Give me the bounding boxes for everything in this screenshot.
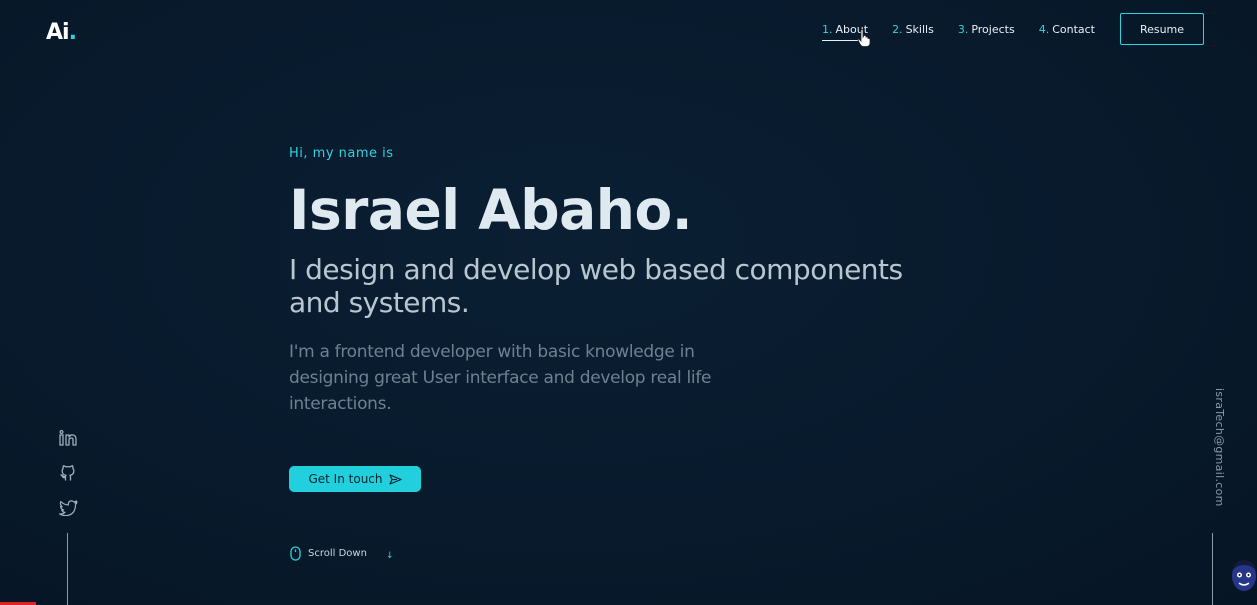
linkedin-link[interactable] <box>58 428 78 448</box>
nav-number: 4. <box>1038 23 1050 36</box>
mouse-icon <box>290 545 301 561</box>
avatar <box>1232 559 1256 591</box>
nav-projects[interactable]: 3. Projects <box>958 23 1015 36</box>
social-divider-line <box>67 533 68 605</box>
scroll-down-label: Scroll Down <box>308 547 367 559</box>
hero-tagline: I design and develop web based component… <box>289 253 903 319</box>
email-divider-line <box>1212 533 1213 605</box>
github-icon <box>60 465 75 481</box>
nav-label: Projects <box>971 23 1015 36</box>
arrow-down-icon: ↓ <box>385 551 394 561</box>
nav-skills[interactable]: 2. Skills <box>892 23 934 36</box>
hand-cursor-icon <box>857 29 871 47</box>
get-in-touch-button[interactable]: Get In touch <box>289 466 421 492</box>
twitter-icon <box>58 500 78 516</box>
email-link[interactable]: israTech@gmail.com <box>1213 388 1226 507</box>
nav-number: 1. <box>822 23 833 36</box>
send-icon <box>388 473 402 485</box>
nav-label: Contact <box>1052 23 1095 36</box>
resume-button[interactable]: Resume <box>1120 13 1204 45</box>
nav-contact[interactable]: 4. Contact <box>1039 23 1095 36</box>
logo-dot: . <box>68 20 77 45</box>
nav-number: 2. <box>892 23 903 36</box>
scroll-down-link[interactable]: Scroll Down ↓ <box>290 545 393 561</box>
greeting-text: Hi, my name is <box>289 146 394 161</box>
hero-section: Hi, my name is Israel Abaho. I design an… <box>289 146 939 417</box>
get-in-touch-label: Get In touch <box>308 472 383 486</box>
logo-text: Ai <box>46 20 70 45</box>
linkedin-icon <box>59 430 77 446</box>
hero-description: I'm a frontend developer with basic know… <box>289 342 712 414</box>
twitter-link[interactable] <box>58 498 78 518</box>
nav-number: 3. <box>957 23 969 36</box>
nav-label: Skills <box>905 23 934 36</box>
logo[interactable]: Ai. <box>46 20 77 45</box>
github-link[interactable] <box>58 463 78 483</box>
hero-name: Israel Abaho. <box>289 178 693 242</box>
social-links <box>58 428 78 518</box>
